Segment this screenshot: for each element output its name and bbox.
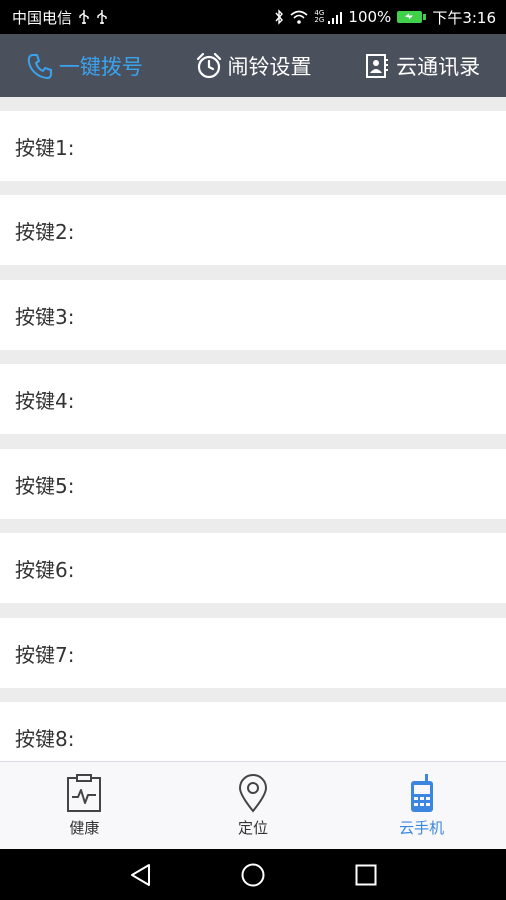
- tab-one-key-dial[interactable]: 一键拨号: [0, 34, 169, 97]
- key-row-7[interactable]: 按键7:: [0, 618, 506, 688]
- home-icon[interactable]: [240, 862, 266, 888]
- nav-label: 云手机: [399, 819, 445, 837]
- tab-alarm-settings[interactable]: 闹铃设置: [169, 34, 338, 97]
- key-row-6[interactable]: 按键6:: [0, 533, 506, 603]
- tab-cloud-contacts[interactable]: 云通讯录: [337, 34, 506, 97]
- clock-time: 下午3:16: [432, 8, 496, 27]
- nav-label: 定位: [238, 819, 269, 837]
- key-label: 按键3:: [15, 304, 75, 329]
- cellular-signal-icon: 4G 2G: [314, 9, 343, 24]
- wifi-icon: [290, 10, 308, 24]
- key-row-2[interactable]: 按键2:: [0, 195, 506, 265]
- status-left: 中国电信: [12, 7, 108, 28]
- phone-icon: [26, 52, 54, 80]
- contacts-icon: [363, 52, 391, 80]
- key-list[interactable]: 按键1: 按键2: 按键3: 按键4: 按键5: 按键6: 按键7: 按键8:: [0, 97, 506, 761]
- battery-icon: [397, 11, 427, 23]
- alarm-clock-icon: [195, 52, 223, 80]
- tab-label: 闹铃设置: [227, 54, 312, 79]
- battery-percent: 100%: [348, 8, 392, 26]
- bluetooth-icon: [274, 9, 284, 25]
- bottom-nav: 健康 定位 云手机: [0, 761, 506, 849]
- nav-health[interactable]: 健康: [0, 762, 169, 849]
- tab-label: 云通讯录: [396, 54, 481, 79]
- key-label: 按键5:: [15, 473, 75, 498]
- usb-debug-icon: [96, 9, 108, 25]
- key-row-8[interactable]: 按键8:: [0, 702, 506, 761]
- health-clipboard-icon: [65, 773, 103, 813]
- usb-icon: [78, 9, 90, 25]
- carrier-label: 中国电信: [12, 8, 73, 27]
- key-label: 按键8:: [15, 726, 75, 751]
- key-row-5[interactable]: 按键5:: [0, 449, 506, 519]
- status-right: 4G 2G 100% 下午3:16: [274, 7, 496, 28]
- back-icon[interactable]: [128, 862, 154, 888]
- top-tab-bar: 一键拨号 闹铃设置 云通讯录: [0, 34, 506, 97]
- key-label: 按键7:: [15, 642, 75, 667]
- location-pin-icon: [237, 773, 269, 813]
- key-label: 按键6:: [15, 557, 75, 582]
- status-bar: 中国电信 4G 2G 100% 下午3:16: [0, 0, 506, 34]
- nav-cloud-phone[interactable]: 云手机: [337, 762, 506, 849]
- system-nav-bar: [0, 849, 506, 900]
- key-label: 按键1:: [15, 135, 75, 160]
- nav-label: 健康: [69, 819, 100, 837]
- cloud-phone-icon: [409, 773, 435, 813]
- nav-location[interactable]: 定位: [169, 762, 338, 849]
- key-row-3[interactable]: 按键3:: [0, 280, 506, 350]
- key-row-1[interactable]: 按键1:: [0, 111, 506, 181]
- key-label: 按键2:: [15, 219, 75, 244]
- tab-label: 一键拨号: [58, 54, 143, 79]
- recents-icon[interactable]: [353, 862, 379, 888]
- key-row-4[interactable]: 按键4:: [0, 364, 506, 434]
- network-type-label: 4G 2G: [314, 9, 325, 24]
- key-label: 按键4:: [15, 388, 75, 413]
